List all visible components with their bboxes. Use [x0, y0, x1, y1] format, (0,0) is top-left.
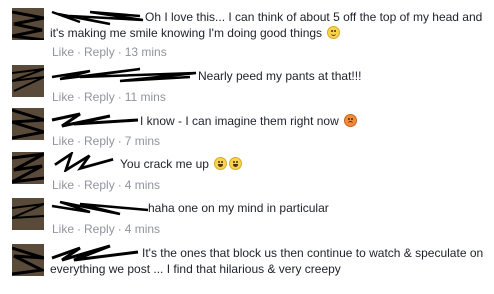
separator: ·: [77, 45, 82, 59]
comment-body: Nearly peed my pants at that!!!: [198, 69, 362, 83]
smile-emoji-icon: [327, 26, 341, 39]
redaction-scribble: [12, 246, 44, 276]
timestamp[interactable]: 11 mins: [125, 90, 166, 104]
separator: ·: [77, 90, 82, 104]
comment-actions: Like · Reply · 11 mins: [52, 90, 166, 104]
comment-text: You crack me up: [120, 156, 486, 172]
avatar[interactable]: [12, 198, 44, 230]
comment-item: haha one on my mind in particular Like · R…: [0, 192, 494, 236]
redacted-author-name[interactable]: [50, 65, 198, 85]
like-link[interactable]: Like: [52, 178, 74, 192]
reply-link[interactable]: Reply: [84, 90, 115, 104]
separator: ·: [77, 178, 82, 192]
comment-body: Oh I love this... I can think of about 5…: [50, 10, 483, 40]
avatar[interactable]: [12, 244, 44, 276]
timestamp[interactable]: 4 mins: [125, 222, 160, 236]
separator: ·: [117, 178, 122, 192]
angry-emoji-icon: [344, 114, 358, 127]
avatar[interactable]: [12, 65, 44, 97]
comment-body: haha one on my mind in particular: [148, 201, 329, 215]
comment-item: Nearly peed my pants at that!!! Like · Rep…: [0, 60, 494, 104]
avatar[interactable]: [12, 8, 44, 40]
comment-text: It's the ones that block us then continu…: [50, 245, 486, 277]
comment-text: Nearly peed my pants at that!!!: [198, 68, 486, 84]
reply-link[interactable]: Reply: [84, 178, 115, 192]
comment-actions: Like · Reply · 4 mins: [52, 178, 160, 192]
comment-text: Oh I love this... I can think of about 5…: [50, 9, 486, 41]
redaction-scribble: [12, 203, 44, 219]
comment-text: I know - I can imagine them right now: [140, 113, 486, 129]
redaction-scribble: [12, 68, 44, 92]
redaction-scribble: [12, 10, 44, 40]
like-link[interactable]: Like: [52, 45, 74, 59]
comment-actions: Like · Reply · 13 mins: [52, 45, 167, 59]
timestamp[interactable]: 13 mins: [125, 45, 167, 59]
comment-actions: Like · Reply · 7 mins: [52, 134, 160, 148]
redacted-author-name[interactable]: [50, 110, 140, 130]
redacted-author-name[interactable]: [50, 152, 118, 172]
comment-body: I know - I can imagine them right now: [140, 114, 339, 128]
comment-text: haha one on my mind in particular: [148, 200, 486, 216]
timestamp[interactable]: 7 mins: [125, 134, 160, 148]
comment-item: I know - I can imagine them right now Li…: [0, 104, 494, 148]
like-link[interactable]: Like: [52, 222, 74, 236]
separator: ·: [117, 222, 122, 236]
redaction-scribble: [12, 108, 44, 140]
redacted-author-name[interactable]: [50, 198, 150, 218]
comment-body: It's the ones that block us then continu…: [50, 246, 484, 276]
reply-link[interactable]: Reply: [84, 45, 115, 59]
laughing-emoji-icon: [229, 157, 243, 170]
separator: ·: [117, 45, 122, 59]
separator: ·: [117, 90, 122, 104]
laughing-emoji-icon: [214, 157, 228, 170]
redaction-scribble: [12, 152, 44, 184]
comment-actions: Like · Reply · 4 mins: [52, 222, 160, 236]
avatar[interactable]: [12, 108, 44, 140]
avatar[interactable]: [12, 152, 44, 184]
comment-item: Oh I love this... I can think of about 5…: [0, 0, 494, 59]
comment-item: It's the ones that block us then continu…: [0, 236, 494, 294]
like-link[interactable]: Like: [52, 134, 74, 148]
comment-body: You crack me up: [120, 157, 209, 171]
timestamp[interactable]: 4 mins: [125, 178, 160, 192]
like-link[interactable]: Like: [52, 90, 74, 104]
separator: ·: [117, 134, 122, 148]
reply-link[interactable]: Reply: [84, 134, 115, 148]
separator: ·: [77, 222, 82, 236]
reply-link[interactable]: Reply: [84, 222, 115, 236]
separator: ·: [77, 134, 82, 148]
comment-item: You crack me up Like · Reply · 4 mins: [0, 148, 494, 192]
